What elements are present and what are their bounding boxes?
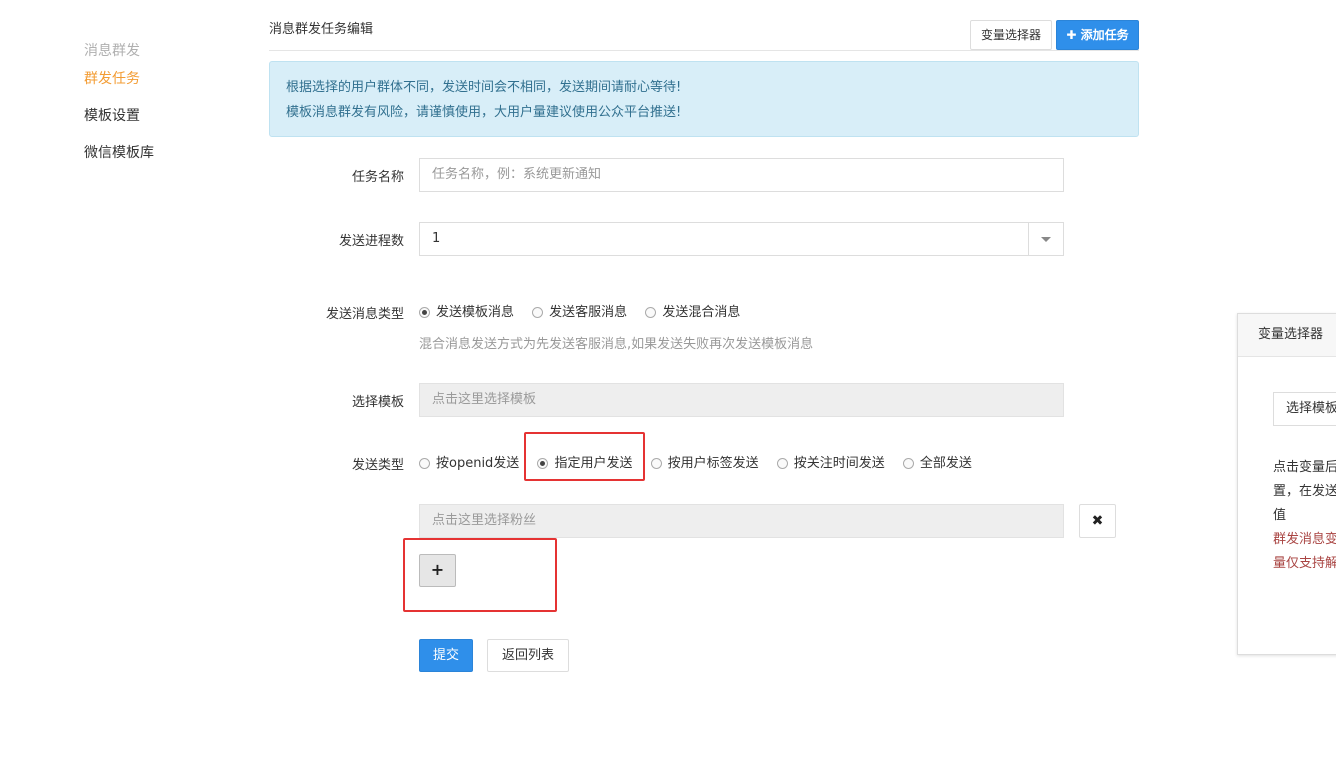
chevron-down-icon[interactable]: [1028, 223, 1063, 255]
page-header: 消息群发任务编辑 变量选择器 ✚ 添加任务: [269, 8, 1139, 51]
panel-template-select[interactable]: 选择模板: [1273, 392, 1336, 426]
send-type-label: 发送类型: [351, 458, 404, 473]
panel-warn-line: 量仅支持解: [1273, 556, 1336, 571]
fans-row: 点击这里选择粉丝: [269, 504, 1169, 538]
radio-unchecked-icon: [645, 307, 657, 318]
radio-by-follow-time[interactable]: 按关注时间发送: [776, 454, 885, 474]
radio-mixed-message[interactable]: 发送混合消息: [645, 303, 740, 323]
add-fans-button[interactable]: +: [419, 554, 456, 587]
message-type-row: 发送消息类型 发送模板消息 发送客服消息 发送混合消息 混合消息发送方式为先发送…: [269, 303, 1169, 353]
panel-desc-line: 点击变量后: [1273, 460, 1336, 475]
radio-checked-icon: [537, 458, 549, 469]
radio-unchecked-icon: [650, 458, 662, 469]
message-type-radios: 发送模板消息 发送客服消息 发送混合消息: [419, 303, 754, 323]
process-count-row: 发送进程数 1: [269, 222, 1169, 256]
page-title: 消息群发任务编辑: [269, 22, 374, 37]
fans-select-input[interactable]: 点击这里选择粉丝: [419, 504, 1064, 538]
message-type-help: 混合消息发送方式为先发送客服消息,如果发送失败再次发送模板消息: [419, 337, 814, 352]
page: 消息群发 群发任务 模板设置 微信模板库 消息群发任务编辑 变量选择器 ✚ 添加…: [0, 0, 1336, 779]
variable-selector-panel: 变量选择器 选择模板 点击变量后 置，在发送 值 群发消息变 量仅支持解: [1237, 313, 1336, 655]
radio-label: 按关注时间发送: [793, 456, 885, 471]
back-to-list-button[interactable]: 返回列表: [487, 639, 569, 672]
panel-desc-line: 值: [1273, 508, 1287, 523]
close-icon: ✖: [1091, 513, 1104, 529]
template-select-input[interactable]: 点击这里选择模板: [419, 383, 1064, 417]
radio-label: 发送模板消息: [436, 305, 515, 320]
radio-label: 按用户标签发送: [667, 456, 759, 471]
radio-unchecked-icon: [532, 307, 544, 318]
process-count-label: 发送进程数: [338, 234, 404, 249]
panel-desc-line: 置，在发送: [1273, 484, 1336, 499]
sidebar-item-wechat-template-library[interactable]: 微信模板库: [84, 142, 234, 164]
template-row: 选择模板 点击这里选择模板: [269, 383, 1169, 417]
panel-warn-line: 群发消息变: [1273, 532, 1336, 547]
submit-button[interactable]: 提交: [419, 639, 473, 672]
task-name-input[interactable]: 任务名称，例：系统更新通知: [419, 158, 1064, 192]
radio-label: 指定用户发送: [554, 456, 633, 471]
radio-unchecked-icon: [902, 458, 914, 469]
panel-warning: 群发消息变 量仅支持解: [1273, 528, 1336, 576]
plus-icon: +: [430, 560, 445, 579]
task-name-row: 任务名称 任务名称，例：系统更新通知: [269, 158, 1169, 192]
sidebar-group-title: 消息群发: [84, 43, 140, 59]
radio-by-user-tag[interactable]: 按用户标签发送: [650, 454, 759, 474]
radio-label: 全部发送: [919, 456, 972, 471]
send-type-radios: 按openid发送 指定用户发送 按用户标签发送 按关注时间发送 全部发送: [419, 454, 986, 474]
radio-send-all[interactable]: 全部发送: [902, 454, 972, 474]
radio-label: 按openid发送: [436, 456, 520, 471]
task-name-label: 任务名称: [351, 170, 404, 185]
radio-customer-service-message[interactable]: 发送客服消息: [532, 303, 627, 323]
sidebar-item-template-settings[interactable]: 模板设置: [84, 105, 234, 127]
sidebar-item-mass-task[interactable]: 群发任务: [84, 68, 234, 90]
process-count-select[interactable]: 1: [419, 222, 1064, 256]
radio-unchecked-icon: [419, 458, 430, 469]
message-type-label: 发送消息类型: [325, 307, 404, 322]
remove-fans-button[interactable]: ✖: [1079, 504, 1116, 538]
info-alert: 根据选择的用户群体不同，发送时间会不相同，发送期间请耐心等待! 模板消息群发有风…: [269, 61, 1139, 137]
template-label: 选择模板: [351, 395, 404, 410]
sidebar: 消息群发 群发任务 模板设置 微信模板库: [84, 40, 234, 164]
radio-label: 发送客服消息: [549, 305, 628, 320]
radio-label: 发送混合消息: [662, 305, 741, 320]
panel-title: 变量选择器: [1238, 314, 1336, 357]
process-count-value: 1: [432, 231, 441, 246]
add-task-button[interactable]: ✚ 添加任务: [1056, 20, 1139, 50]
radio-unchecked-icon: [776, 458, 788, 469]
panel-description: 点击变量后 置，在发送 值: [1273, 456, 1336, 528]
radio-checked-icon: [419, 307, 430, 318]
radio-by-openid[interactable]: 按openid发送: [419, 454, 519, 474]
variable-selector-button[interactable]: 变量选择器: [970, 20, 1052, 50]
alert-line-2: 模板消息群发有风险，请谨慎使用，大用户量建议使用公众平台推送!: [286, 105, 682, 120]
send-type-row: 发送类型 按openid发送 指定用户发送 按用户标签发送 按关注时间发送 全部…: [269, 454, 1169, 474]
alert-line-1: 根据选择的用户群体不同，发送时间会不相同，发送期间请耐心等待!: [286, 80, 682, 95]
radio-specified-users[interactable]: 指定用户发送: [537, 454, 632, 474]
radio-template-message[interactable]: 发送模板消息: [419, 303, 514, 323]
